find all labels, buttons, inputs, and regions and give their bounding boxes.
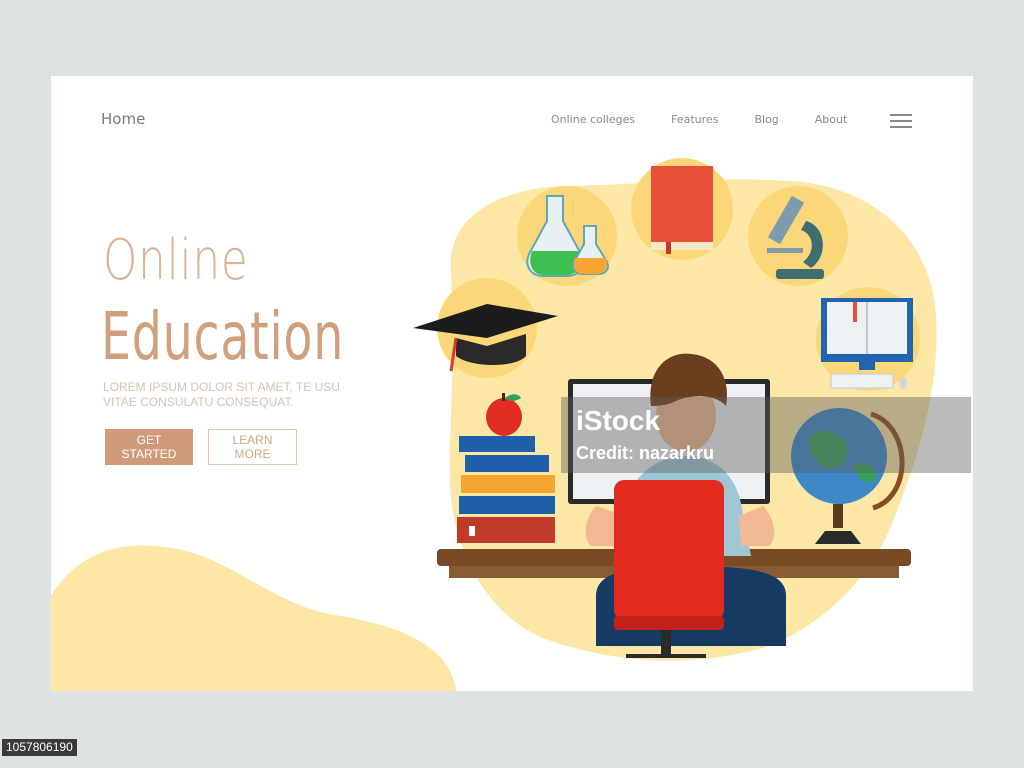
microscope-icon xyxy=(748,186,848,286)
education-illustration xyxy=(413,158,937,661)
flask-icon xyxy=(517,186,617,286)
landing-card: Home Online colleges Features Blog About… xyxy=(51,76,973,691)
stock-id-label: 1057806190 xyxy=(2,739,77,756)
watermark-credit: Credit: nazarkru xyxy=(576,443,715,463)
chair xyxy=(614,480,724,658)
computer-icon xyxy=(816,287,920,391)
watermark-logo: iStock xyxy=(576,405,661,436)
book-icon xyxy=(631,158,733,260)
